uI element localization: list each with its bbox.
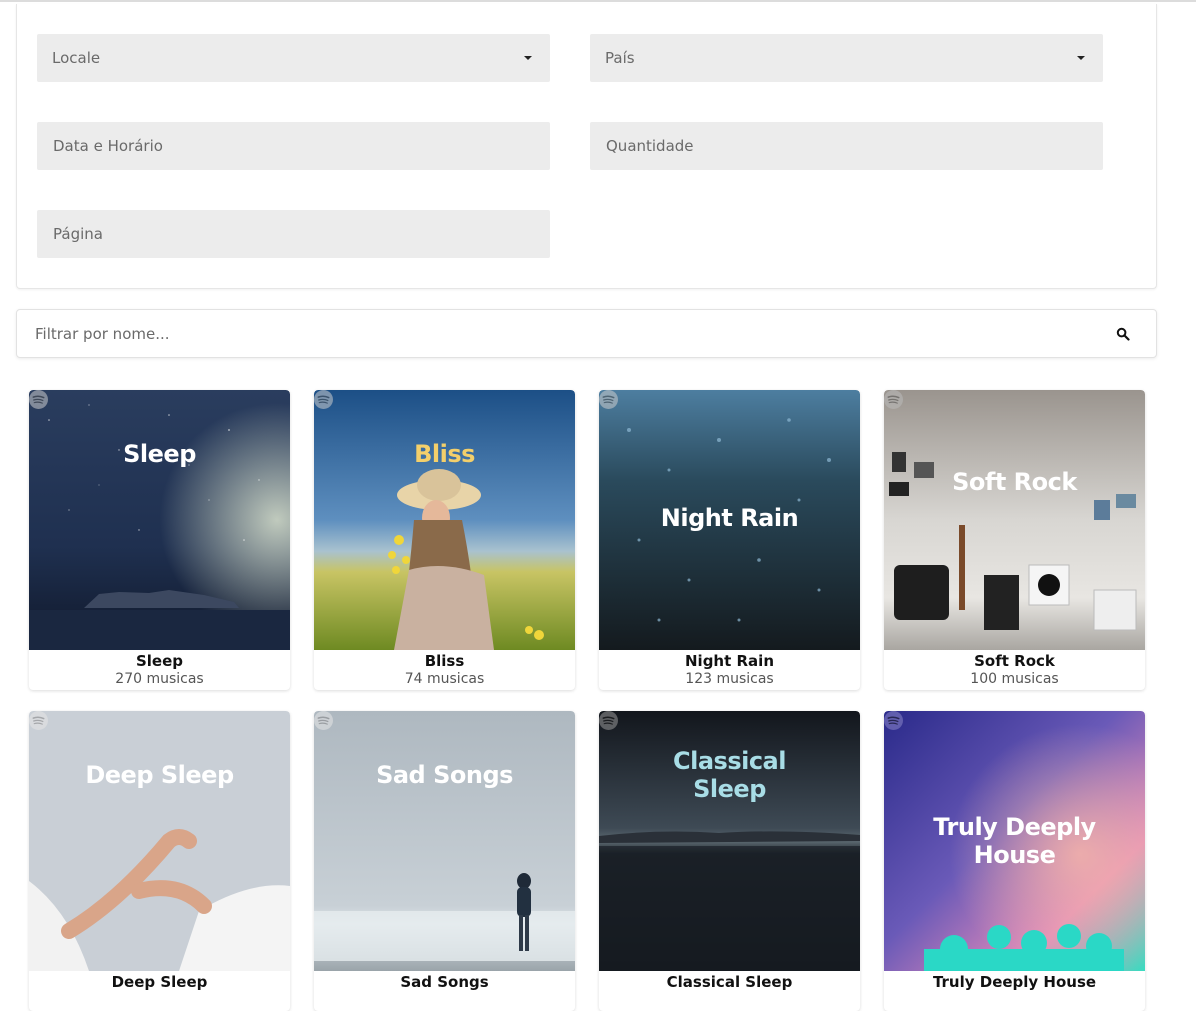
- playlist-cover: Classical Sleep: [599, 711, 860, 971]
- playlist-name: Sad Songs: [400, 973, 489, 991]
- caret-down-icon: [524, 56, 532, 60]
- spotify-icon: [599, 711, 618, 730]
- playlist-name: Bliss: [424, 652, 465, 670]
- datetime-field-placeholder: Data e Horário: [53, 137, 163, 155]
- playlist-cover: Night Rain: [599, 390, 860, 650]
- locale-select-label: Locale: [52, 49, 101, 67]
- locale-select[interactable]: Locale: [37, 34, 550, 82]
- country-select-label: País: [605, 49, 635, 67]
- caret-down-icon: [1077, 56, 1085, 60]
- playlist-card-classical-sleep[interactable]: Classical Sleep Classical Sleep: [599, 711, 860, 1011]
- playlist-name: Deep Sleep: [111, 973, 208, 991]
- cover-title: Classical Sleep: [673, 747, 786, 803]
- playlist-track-count: 123 musicas: [685, 671, 774, 687]
- playlist-cover: Soft Rock: [884, 390, 1145, 650]
- search-icon[interactable]: [1116, 327, 1130, 341]
- spotify-icon: [29, 390, 48, 409]
- filter-panel: Locale País Data e Horário Quantidade Pá…: [16, 4, 1157, 289]
- playlist-track-count: 74 musicas: [404, 671, 485, 687]
- spotify-icon: [599, 390, 618, 409]
- playlist-name: Sleep: [135, 652, 184, 670]
- playlist-name: Classical Sleep: [666, 973, 793, 991]
- playlist-cover: Deep Sleep: [29, 711, 290, 971]
- cover-title-text: Soft Rock: [952, 468, 1077, 496]
- playlist-name: Truly Deeply House: [932, 973, 1097, 991]
- cover-title: Soft Rock: [884, 440, 1145, 496]
- spotify-icon: [314, 711, 333, 730]
- cover-title: Truly Deeply House: [933, 813, 1096, 869]
- datetime-field[interactable]: Data e Horário: [37, 122, 550, 170]
- playlist-cover: Sleep: [29, 390, 290, 650]
- spotify-icon: [884, 390, 903, 409]
- playlist-card-soft-rock[interactable]: Soft Rock Soft Rock 100 musicas: [884, 390, 1145, 690]
- cover-title: Sleep: [123, 440, 196, 468]
- playlist-name: Night Rain: [685, 652, 774, 670]
- cover-title: Deep Sleep: [85, 761, 234, 789]
- playlist-cover: Bliss: [314, 390, 575, 650]
- top-border: [0, 0, 1196, 2]
- playlist-card-sleep[interactable]: Sleep Sleep 270 musicas: [29, 390, 290, 690]
- playlist-track-count: 100 musicas: [970, 671, 1059, 687]
- playlist-card-night-rain[interactable]: Night Rain Night Rain 123 musicas: [599, 390, 860, 690]
- search-input[interactable]: [33, 323, 1077, 344]
- country-select[interactable]: País: [590, 34, 1103, 82]
- page-field-placeholder: Página: [53, 225, 103, 243]
- page-field[interactable]: Página: [37, 210, 550, 258]
- playlist-cover: Sad Songs: [314, 711, 575, 971]
- search-bar: [16, 309, 1157, 358]
- playlist-track-count: 270 musicas: [115, 671, 204, 687]
- spotify-icon: [29, 711, 48, 730]
- cover-title: Sad Songs: [376, 761, 513, 789]
- spotify-icon: [884, 711, 903, 730]
- playlist-card-bliss[interactable]: Bliss Bliss 74 musicas: [314, 390, 575, 690]
- playlist-card-truly-deeply-house[interactable]: Truly Deeply House Truly Deeply House: [884, 711, 1145, 1011]
- playlist-name: Soft Rock: [974, 652, 1055, 670]
- playlist-card-deep-sleep[interactable]: Deep Sleep Deep Sleep: [29, 711, 290, 1011]
- spotify-icon: [314, 390, 333, 409]
- playlist-cover: Truly Deeply House: [884, 711, 1145, 971]
- cover-title: Night Rain: [660, 504, 799, 532]
- playlist-card-sad-songs[interactable]: Sad Songs Sad Songs: [314, 711, 575, 1011]
- cover-title: Bliss: [414, 440, 475, 468]
- quantity-field-placeholder: Quantidade: [606, 137, 694, 155]
- quantity-field[interactable]: Quantidade: [590, 122, 1103, 170]
